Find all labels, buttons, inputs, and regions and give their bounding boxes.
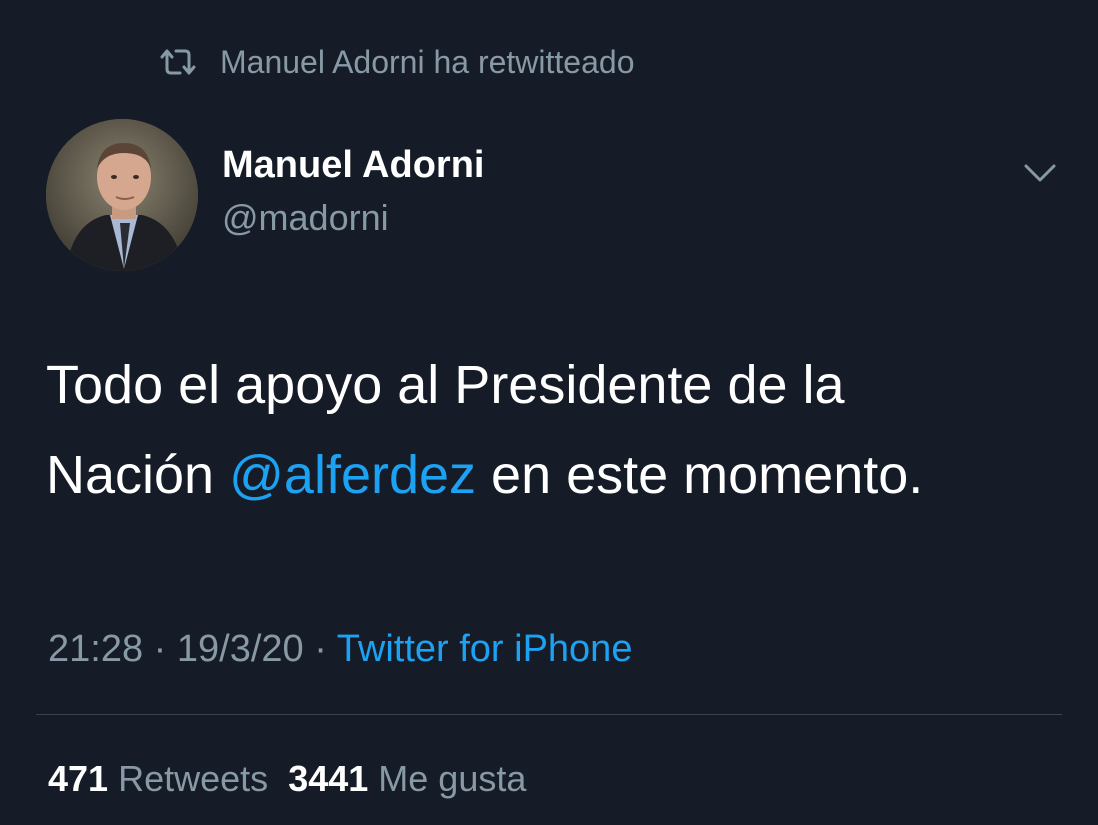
meta-separator: · [143, 628, 177, 670]
tweet-text-after-mention: en este momento. [476, 445, 924, 505]
tweet-text-before-mention: Nación [46, 445, 230, 505]
retweet-icon [158, 47, 198, 77]
author-handle[interactable]: @madorni [222, 196, 389, 240]
mention-link[interactable]: @alferdez [229, 445, 476, 505]
retweets-count: 471 [48, 758, 109, 799]
likes-stat[interactable]: 3441 Me gusta [288, 758, 526, 799]
retweets-label: Retweets [118, 758, 269, 799]
meta-separator: · [303, 628, 337, 670]
retweet-context[interactable]: Manuel Adorni ha retwitteado [158, 40, 634, 84]
avatar[interactable] [46, 119, 198, 271]
tweet-source-link[interactable]: Twitter for iPhone [337, 628, 633, 670]
likes-count: 3441 [288, 758, 369, 799]
tweet-meta: 21:28 · 19/3/20 · Twitter for iPhone [48, 624, 632, 674]
author-name[interactable]: Manuel Adorni [222, 143, 484, 187]
chevron-down-icon[interactable] [1018, 158, 1062, 188]
tweet-date: 19/3/20 [176, 628, 304, 670]
tweet-time: 21:28 [48, 628, 144, 670]
tweet-text: Todo el apoyo al Presidente de la Nación… [46, 340, 1056, 520]
retweets-stat[interactable]: 471 Retweets [48, 758, 268, 799]
tweet-text-line1: Todo el apoyo al Presidente de la [46, 355, 845, 415]
divider [36, 714, 1062, 715]
retweet-context-label: Manuel Adorni ha retwitteado [220, 43, 635, 80]
tweet-stats: 471 Retweets 3441 Me gusta [48, 754, 526, 804]
likes-label: Me gusta [378, 758, 527, 799]
